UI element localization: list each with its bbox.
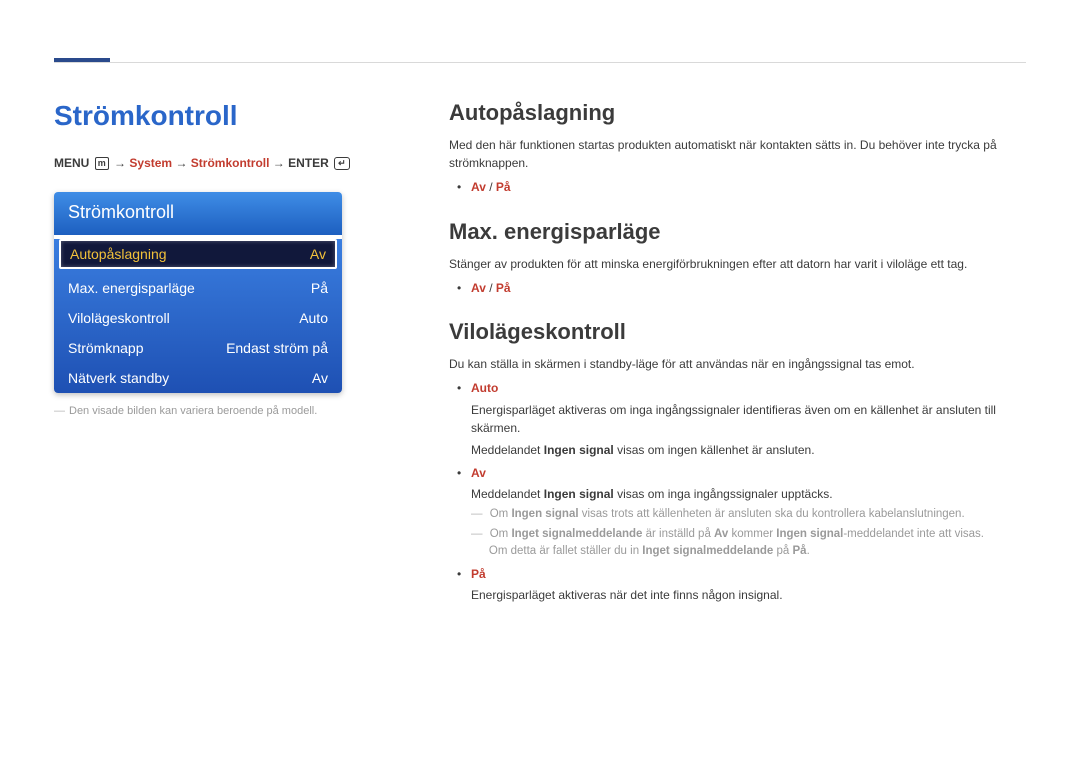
ingen-signal-text: Ingen signal — [511, 508, 578, 520]
text: Meddelandet — [471, 487, 544, 501]
option-pa-label: På — [471, 567, 486, 581]
section-description: Stänger av produkten för att minska ener… — [449, 255, 1026, 273]
option-list: Auto Energisparläget aktiveras om inga i… — [449, 379, 1026, 605]
left-column: Strömkontroll MENU m → System → Strömkon… — [54, 100, 409, 723]
ingen-signal-text: Ingen signal — [776, 528, 843, 540]
text: visas om inga ingångssignaler upptäcks. — [614, 487, 833, 501]
text: Om — [490, 528, 512, 540]
menu-row-label: Strömknapp — [68, 340, 143, 356]
section-max-energisparlage: Max. energisparläge Stänger av produkten… — [449, 219, 1026, 298]
option-pa: På Energisparläget aktiveras när det int… — [471, 565, 1026, 605]
inget-signalmeddelande-text: Inget signalmeddelande — [511, 528, 642, 540]
text: Om detta är fallet ställer du in — [489, 545, 642, 557]
page-title: Strömkontroll — [54, 100, 409, 132]
header-rule — [54, 62, 1026, 63]
menu-row-value: Endast ström på — [226, 340, 328, 356]
option-auto-label: Auto — [471, 381, 498, 395]
section-title: Vilolägeskontroll — [449, 319, 1026, 345]
section-title: Max. energisparläge — [449, 219, 1026, 245]
text: visas om ingen källenhet är ansluten. — [614, 443, 815, 457]
breadcrumb-arrow: → — [175, 156, 187, 170]
pa-bold: På — [792, 545, 806, 557]
menu-row-value: På — [311, 280, 328, 296]
menu-row-natverk-standby[interactable]: Nätverk standby Av — [54, 363, 342, 393]
option-av: Av — [471, 281, 486, 295]
osd-menu-panel: Strömkontroll Autopåslagning Av Max. ene… — [54, 192, 342, 393]
option-list: Av / På — [449, 178, 1026, 197]
option-separator: / — [486, 180, 496, 194]
text: kommer — [728, 528, 776, 540]
menu-row-label: Vilolägeskontroll — [68, 310, 170, 326]
breadcrumb-enter: ENTER — [288, 156, 329, 170]
option-av-desc: Meddelandet Ingen signal visas om inga i… — [471, 485, 1026, 504]
inget-signalmeddelande-text: Inget signalmeddelande — [642, 545, 773, 557]
text: på — [773, 545, 792, 557]
text: är inställd på — [642, 528, 714, 540]
option-av: Av — [471, 180, 486, 194]
osd-menu-header: Strömkontroll — [54, 192, 342, 235]
option-list: Av / På — [449, 279, 1026, 298]
note-cable: Om Ingen signal visas trots att källenhe… — [471, 506, 1026, 523]
section-title: Autopåslagning — [449, 100, 1026, 126]
option-av-label: Av — [471, 466, 486, 480]
breadcrumb-system: System — [129, 156, 172, 170]
option-separator: / — [486, 281, 496, 295]
section-description: Du kan ställa in skärmen i standby-läge … — [449, 355, 1026, 373]
page-content: Strömkontroll MENU m → System → Strömkon… — [54, 100, 1026, 723]
option-pa-desc: Energisparläget aktiveras när det inte f… — [471, 586, 1026, 605]
text: Om — [490, 508, 512, 520]
av-bold: Av — [714, 528, 728, 540]
menu-row-value: Auto — [299, 310, 328, 326]
section-vilolageskontroll: Vilolägeskontroll Du kan ställa in skärm… — [449, 319, 1026, 605]
breadcrumb-stromkontroll: Strömkontroll — [191, 156, 270, 170]
section-autopaslagning: Autopåslagning Med den här funktionen st… — [449, 100, 1026, 197]
option-pa: På — [496, 281, 511, 295]
menu-row-label: Nätverk standby — [68, 370, 169, 386]
menu-row-value: Av — [310, 246, 326, 262]
text: -meddelandet inte att visas. — [843, 528, 984, 540]
menu-row-label: Autopåslagning — [70, 246, 167, 262]
breadcrumb-arrow: → — [114, 156, 126, 170]
option-auto-desc-1: Energisparläget aktiveras om inga ingång… — [471, 401, 1026, 438]
breadcrumb-arrow: → — [273, 156, 285, 170]
option-av-pa: Av / På — [471, 178, 1026, 197]
menu-row-label: Max. energisparläge — [68, 280, 195, 296]
ingen-signal-text: Ingen signal — [544, 487, 614, 501]
text: Meddelandet — [471, 443, 544, 457]
menu-row-vilolageskontroll[interactable]: Vilolägeskontroll Auto — [54, 303, 342, 333]
section-description: Med den här funktionen startas produkten… — [449, 136, 1026, 172]
option-av: Av Meddelandet Ingen signal visas om ing… — [471, 464, 1026, 561]
menu-row-max-energisparlage[interactable]: Max. energisparläge På — [54, 273, 342, 303]
enter-icon: ↵ — [334, 157, 350, 170]
text: . — [807, 545, 810, 557]
option-pa: På — [496, 180, 511, 194]
option-auto: Auto Energisparläget aktiveras om inga i… — [471, 379, 1026, 459]
text: visas trots att källenheten är ansluten … — [579, 508, 965, 520]
note-inget-signalmeddelande: Om Inget signalmeddelande är inställd på… — [471, 526, 1026, 561]
menu-row-value: Av — [312, 370, 328, 386]
image-caption: Den visade bilden kan variera beroende p… — [54, 405, 409, 417]
breadcrumb: MENU m → System → Strömkontroll → ENTER … — [54, 156, 409, 170]
option-av-pa: Av / På — [471, 279, 1026, 298]
osd-menu-body: Autopåslagning Av Max. energisparläge På… — [54, 239, 342, 393]
menu-icon: m — [95, 157, 109, 170]
menu-row-autopaslagning[interactable]: Autopåslagning Av — [59, 239, 337, 269]
ingen-signal-text: Ingen signal — [544, 443, 614, 457]
right-column: Autopåslagning Med den här funktionen st… — [449, 100, 1026, 723]
option-auto-desc-2: Meddelandet Ingen signal visas om ingen … — [471, 441, 1026, 460]
breadcrumb-menu: MENU — [54, 156, 89, 170]
menu-row-stromknapp[interactable]: Strömknapp Endast ström på — [54, 333, 342, 363]
